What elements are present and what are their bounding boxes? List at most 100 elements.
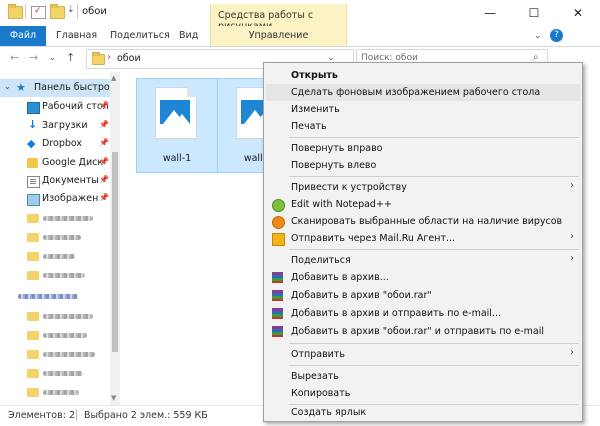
menu-item-label: Отправить (291, 349, 345, 360)
obscured-folder-item[interactable] (18, 291, 98, 303)
ribbon-expand-icon[interactable]: ⌄ (534, 31, 542, 41)
obscured-text (43, 352, 95, 357)
window-title: обои (82, 6, 107, 17)
pin-icon[interactable]: 📌 (99, 193, 109, 202)
obscured-folder-item[interactable] (27, 251, 97, 263)
scroll-down-icon[interactable]: ▼ (111, 394, 116, 402)
menu-item-print[interactable]: Печать (266, 118, 580, 135)
new-folder-icon[interactable] (50, 4, 65, 19)
nav-item-documents[interactable]: Документы 📌 (0, 172, 110, 190)
obscured-folder-item[interactable] (27, 330, 97, 342)
tab-file[interactable]: Файл (0, 26, 46, 46)
back-arrow-icon[interactable]: ← (10, 51, 19, 64)
forward-arrow-icon[interactable]: → (29, 51, 38, 64)
menu-item-add-archive-named[interactable]: Добавить в архив "обои.rar" (266, 287, 580, 304)
obscured-folder-item[interactable] (27, 213, 97, 225)
pin-icon[interactable]: 📌 (99, 138, 109, 147)
obscured-folder-item[interactable] (27, 232, 87, 244)
star-icon: ★ (16, 81, 26, 94)
obscured-folder-item[interactable] (27, 270, 97, 282)
folder-icon (27, 252, 39, 261)
scroll-up-icon[interactable]: ▲ (111, 74, 116, 82)
nav-quick-access-label: Панель быстрого (34, 82, 120, 93)
tab-home[interactable]: Главная (56, 26, 97, 46)
recent-dropdown-icon[interactable]: ⌄ (49, 53, 56, 62)
tab-view[interactable]: Вид (179, 26, 198, 46)
obscured-folder-item[interactable] (27, 349, 97, 361)
menu-item-rotate-left[interactable]: Повернуть влево (266, 157, 580, 174)
obscured-folder-item[interactable] (27, 387, 97, 399)
nav-item-dropbox[interactable]: Dropbox 📌 (0, 135, 110, 153)
menu-separator (289, 404, 579, 405)
menu-item-open[interactable]: Открыть (266, 67, 580, 84)
divider (25, 4, 26, 19)
folder-icon (27, 350, 39, 359)
menu-item-cast-to-device[interactable]: Привести к устройству › (266, 179, 580, 196)
image-file-icon (155, 87, 197, 139)
menu-item-archive-named-email[interactable]: Добавить в архив "обои.rar" и отправить … (266, 323, 580, 340)
menu-separator (289, 176, 579, 177)
pin-icon[interactable]: 📌 (99, 157, 109, 166)
status-item-count: Элементов: 2 (8, 410, 75, 421)
nav-item-label: Документы (42, 175, 99, 186)
obscured-folder-item[interactable] (27, 311, 97, 323)
menu-item-rotate-right[interactable]: Повернуть вправо (266, 140, 580, 157)
pin-icon[interactable]: 📌 (99, 120, 109, 129)
properties-icon[interactable] (31, 6, 46, 19)
address-path[interactable]: обои (117, 53, 141, 64)
menu-item-label: Повернуть влево (291, 160, 377, 171)
obscured-text (43, 390, 79, 395)
menu-item-edit-notepad[interactable]: Edit with Notepad++ (266, 196, 580, 213)
divider (77, 4, 78, 19)
menu-item-label: Edit with Notepad++ (291, 199, 392, 210)
menu-item-edit[interactable]: Изменить (266, 101, 580, 118)
winrar-icon (272, 308, 283, 319)
nav-item-downloads[interactable]: Загрузки 📌 (0, 117, 110, 135)
up-arrow-icon[interactable]: ↑ (66, 51, 75, 64)
pin-icon[interactable]: 📌 (99, 101, 109, 110)
menu-item-archive-email[interactable]: Добавить в архив и отправить по e-mail..… (266, 305, 580, 322)
nav-scrollbar[interactable]: ▲ ▼ (110, 72, 120, 405)
maximize-button[interactable]: ☐ (512, 0, 556, 26)
tab-share[interactable]: Поделиться (110, 26, 170, 46)
menu-item-send-mailru[interactable]: Отправить через Mail.Ru Агент... › (266, 230, 580, 247)
help-icon[interactable]: ? (550, 29, 563, 42)
obscured-text (43, 314, 93, 319)
picture-tools-header: Средства работы с рисунками (210, 4, 347, 32)
tab-manage[interactable]: Управление (210, 26, 347, 46)
submenu-arrow-icon: › (570, 347, 574, 358)
minimize-button[interactable]: — (468, 0, 512, 26)
nav-quick-access[interactable]: ⌄ ★ Панель быстрого (0, 79, 120, 97)
close-button[interactable]: ✕ (556, 0, 600, 26)
context-menu: Открыть Сделать фоновым изображением раб… (263, 62, 583, 422)
menu-item-label: Добавить в архив... (291, 272, 389, 283)
customize-toolbar-icon[interactable]: ⇣ (67, 5, 75, 15)
menu-item-label: Создать ярлык (291, 407, 367, 418)
menu-item-create-shortcut[interactable]: Создать ярлык (266, 406, 580, 420)
file-item[interactable]: wall-1 (136, 78, 218, 173)
menu-item-label: Поделиться (291, 255, 351, 266)
nav-item-google-drive[interactable]: Google Диск 📌 (0, 154, 110, 172)
nav-item-pictures[interactable]: Изображен 📌 (0, 190, 110, 208)
google-drive-icon (27, 158, 38, 168)
menu-item-send-to[interactable]: Отправить › (266, 346, 580, 363)
scroll-thumb[interactable] (112, 152, 118, 352)
obscured-text (18, 294, 78, 299)
obscured-folder-item[interactable] (27, 368, 97, 380)
picture-thumbnail-icon (160, 100, 190, 124)
nav-item-label: Dropbox (42, 138, 83, 149)
winrar-icon (272, 290, 283, 301)
menu-item-scan-viruses[interactable]: Сканировать выбранные области на наличие… (266, 213, 580, 230)
chevron-down-icon[interactable]: ⌄ (4, 82, 11, 91)
obscured-text (43, 235, 81, 240)
nav-item-label: Загрузки (42, 120, 88, 131)
pin-icon[interactable]: 📌 (99, 175, 109, 184)
menu-item-share[interactable]: Поделиться › (266, 252, 580, 269)
nav-item-desktop[interactable]: Рабочий стол 📌 (0, 98, 110, 116)
folder-icon (8, 4, 23, 19)
menu-item-add-archive[interactable]: Добавить в архив... (266, 269, 580, 286)
menu-item-copy[interactable]: Копировать (266, 385, 580, 402)
chevron-right-icon[interactable]: › (107, 52, 111, 63)
menu-item-cut[interactable]: Вырезать (266, 368, 580, 385)
menu-item-set-wallpaper[interactable]: Сделать фоновым изображением рабочего ст… (266, 84, 580, 101)
